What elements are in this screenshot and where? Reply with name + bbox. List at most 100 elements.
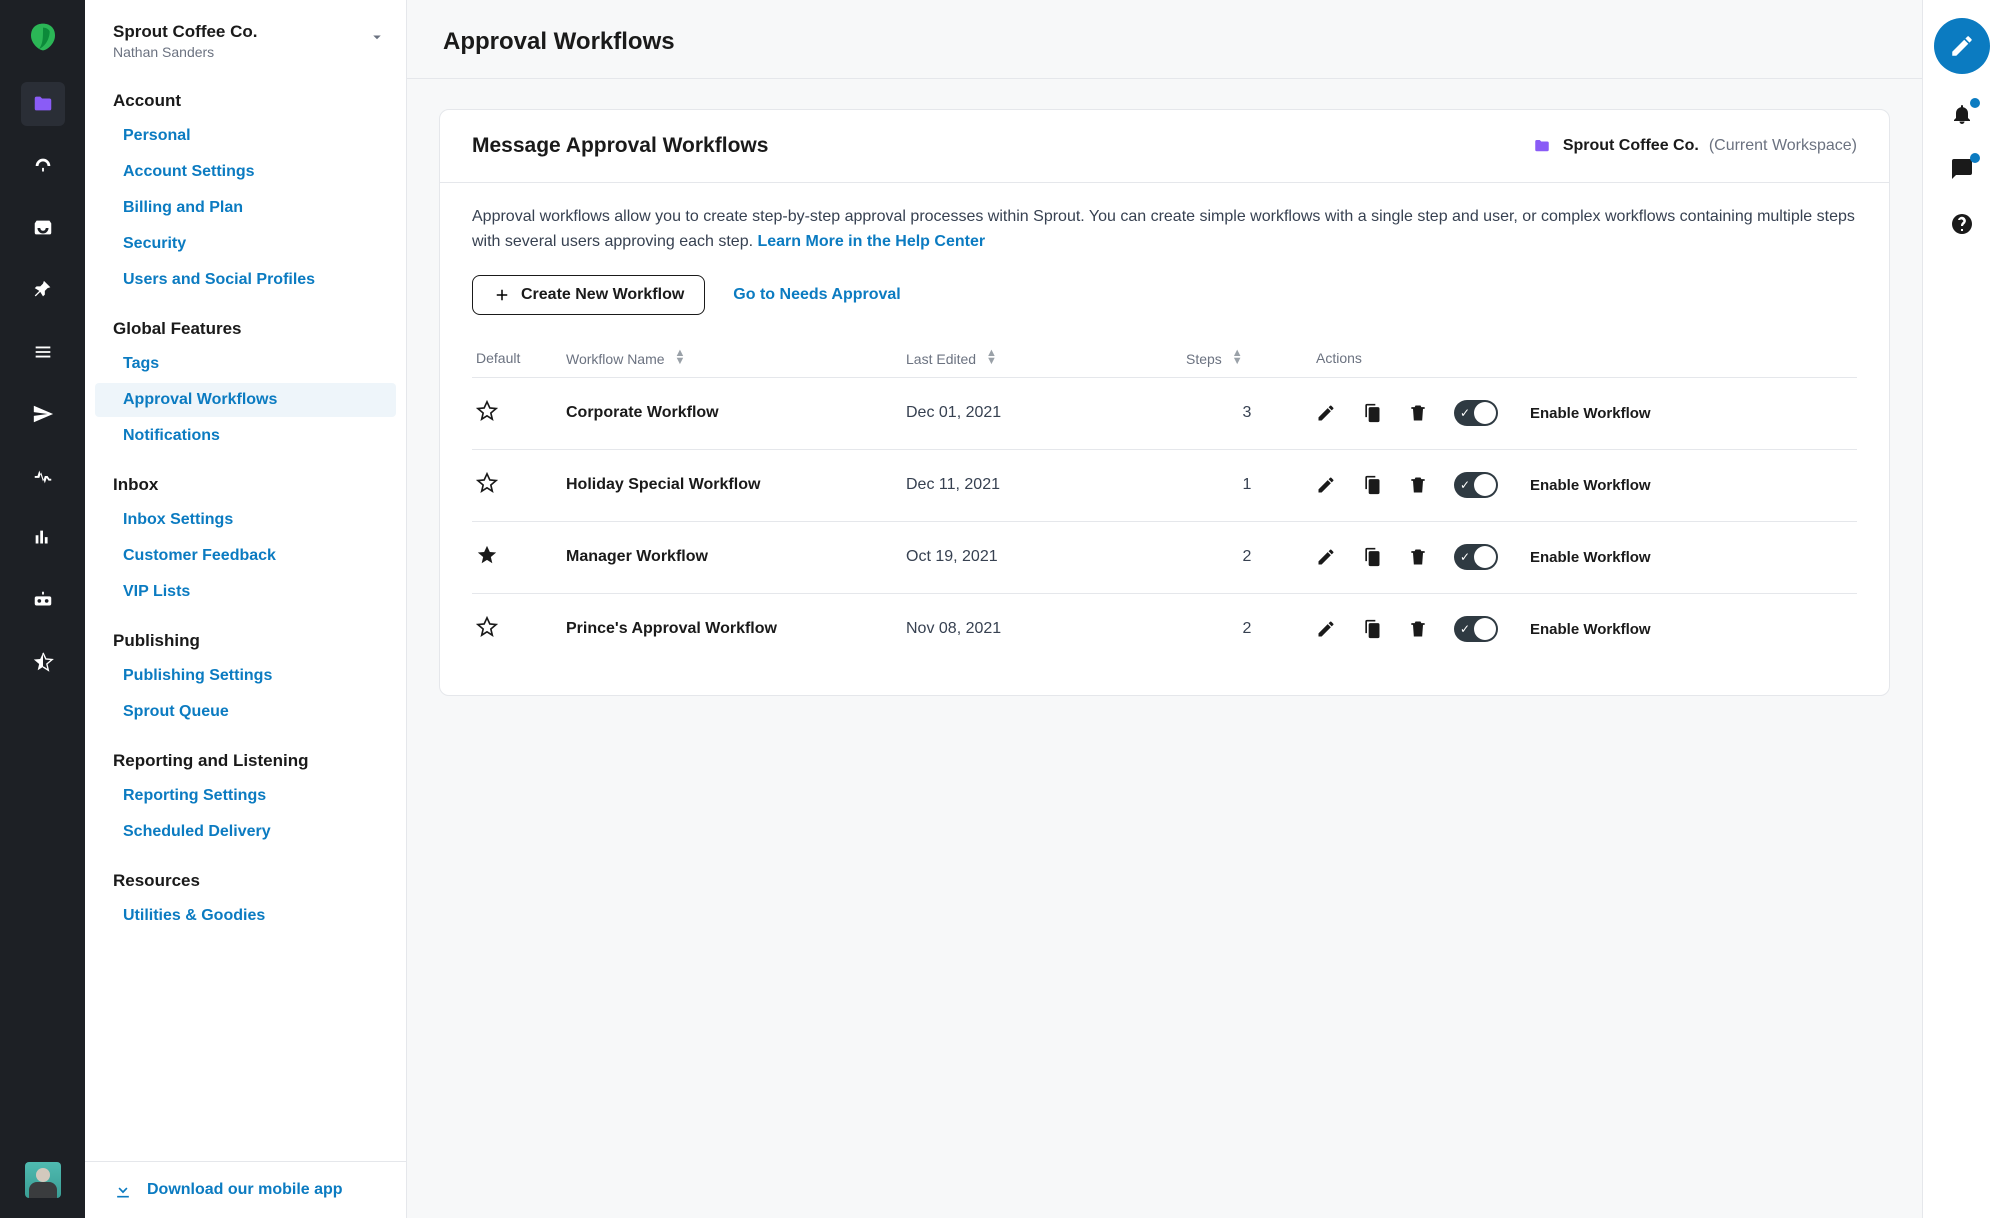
favorite-star-icon[interactable] [476,616,498,638]
nav-link[interactable]: Account Settings [95,155,396,189]
help-icon[interactable] [1950,212,1974,239]
brand-logo[interactable] [24,18,62,56]
current-user: Nathan Sanders [113,44,258,60]
enable-toggle[interactable]: ✓ [1454,616,1498,642]
main-header: Approval Workflows [407,0,1922,79]
rail-item-send[interactable] [21,392,65,436]
rail-item-bot[interactable] [21,578,65,622]
download-app-link[interactable]: Download our mobile app [85,1161,406,1218]
workflow-name: Manager Workflow [562,521,902,593]
nav-link[interactable]: Notifications [95,419,396,453]
enable-label: Enable Workflow [1530,405,1651,422]
last-edited: Dec 11, 2021 [902,449,1182,521]
delete-icon[interactable] [1408,403,1428,423]
th-steps[interactable]: Steps ▲▼ [1182,339,1312,378]
nav-link[interactable]: Utilities & Goodies [95,899,396,933]
edit-icon[interactable] [1316,547,1336,567]
nav-link[interactable]: Personal [95,119,396,153]
steps-count: 2 [1182,593,1312,665]
nav-link[interactable]: Inbox Settings [95,503,396,537]
rail-item-list[interactable] [21,330,65,374]
notification-dot [1970,98,1980,108]
sort-icon: ▲▼ [1232,349,1243,365]
nav-group-title: Global Features [85,309,406,345]
nav-link[interactable]: Sprout Queue [95,695,396,729]
nav-link[interactable]: Users and Social Profiles [95,263,396,297]
favorite-star-icon[interactable] [476,400,498,422]
nav-group-title: Inbox [85,465,406,501]
steps-count: 3 [1182,377,1312,449]
nav-link[interactable]: Scheduled Delivery [95,815,396,849]
th-name[interactable]: Workflow Name ▲▼ [562,339,902,378]
avatar[interactable] [25,1162,61,1198]
nav-link[interactable]: Approval Workflows [95,383,396,417]
chat-icon[interactable] [1950,157,1974,184]
enable-toggle[interactable]: ✓ [1454,472,1498,498]
edit-icon[interactable] [1316,403,1336,423]
enable-label: Enable Workflow [1530,549,1651,566]
enable-toggle[interactable]: ✓ [1454,544,1498,570]
workspace-switcher[interactable]: Sprout Coffee Co. Nathan Sanders [85,0,406,75]
edit-icon[interactable] [1316,475,1336,495]
nav-group-title: Publishing [85,621,406,657]
table-row: Corporate WorkflowDec 01, 20213✓Enable W… [472,377,1857,449]
last-edited: Nov 08, 2021 [902,593,1182,665]
workspace-name: Sprout Coffee Co. [113,22,258,42]
copy-icon[interactable] [1362,475,1382,495]
copy-icon[interactable] [1362,619,1382,639]
rail-item-folder[interactable] [21,82,65,126]
compose-button[interactable] [1934,18,1990,74]
delete-icon[interactable] [1408,475,1428,495]
workspace-label: Sprout Coffee Co. [1563,137,1699,155]
rail-item-inbox[interactable] [21,206,65,250]
nav-link[interactable]: Reporting Settings [95,779,396,813]
sort-icon: ▲▼ [986,349,997,365]
th-last-edited[interactable]: Last Edited ▲▼ [902,339,1182,378]
icon-rail [0,0,85,1218]
nav-link[interactable]: Publishing Settings [95,659,396,693]
notifications-icon[interactable] [1950,102,1974,129]
chat-dot [1970,153,1980,163]
nav-link[interactable]: Security [95,227,396,261]
enable-label: Enable Workflow [1530,621,1651,638]
th-default: Default [472,339,562,378]
favorite-star-icon[interactable] [476,472,498,494]
copy-icon[interactable] [1362,547,1382,567]
nav-link[interactable]: Billing and Plan [95,191,396,225]
table-row: Holiday Special WorkflowDec 11, 20211✓En… [472,449,1857,521]
page-title: Approval Workflows [443,28,1886,56]
workspace-note: (Current Workspace) [1709,137,1857,155]
last-edited: Dec 01, 2021 [902,377,1182,449]
nav-group-title: Resources [85,861,406,897]
edit-icon[interactable] [1316,619,1336,639]
enable-label: Enable Workflow [1530,477,1651,494]
enable-toggle[interactable]: ✓ [1454,400,1498,426]
rail-item-pin[interactable] [21,268,65,312]
right-rail [1922,0,2000,1218]
nav-link[interactable]: Tags [95,347,396,381]
table-row: Prince's Approval WorkflowNov 08, 20212 ✓… [472,593,1857,665]
chevron-down-icon [368,28,386,49]
rail-item-reports[interactable] [21,516,65,560]
learn-more-link[interactable]: Learn More in the Help Center [757,233,985,250]
rail-item-star-half[interactable] [21,640,65,684]
workflow-name: Prince's Approval Workflow [562,593,902,665]
rail-item-pulse[interactable] [21,454,65,498]
create-workflow-button[interactable]: Create New Workflow [472,275,705,315]
copy-icon[interactable] [1362,403,1382,423]
nav-link[interactable]: Customer Feedback [95,539,396,573]
go-needs-approval-link[interactable]: Go to Needs Approval [733,286,900,304]
favorite-star-icon[interactable] [476,544,498,566]
nav-link[interactable]: VIP Lists [95,575,396,609]
delete-icon[interactable] [1408,547,1428,567]
rail-item-dashboard[interactable] [21,144,65,188]
workflows-card: Message Approval Workflows Sprout Coffee… [439,109,1890,696]
nav-group-title: Account [85,81,406,117]
sort-icon: ▲▼ [674,349,685,365]
nav-group-title: Reporting and Listening [85,741,406,777]
folder-icon [1531,137,1553,155]
steps-count: 1 [1182,449,1312,521]
description-text: Approval workflows allow you to create s… [472,208,1855,250]
delete-icon[interactable] [1408,619,1428,639]
settings-sidebar: Sprout Coffee Co. Nathan Sanders Account… [85,0,407,1218]
